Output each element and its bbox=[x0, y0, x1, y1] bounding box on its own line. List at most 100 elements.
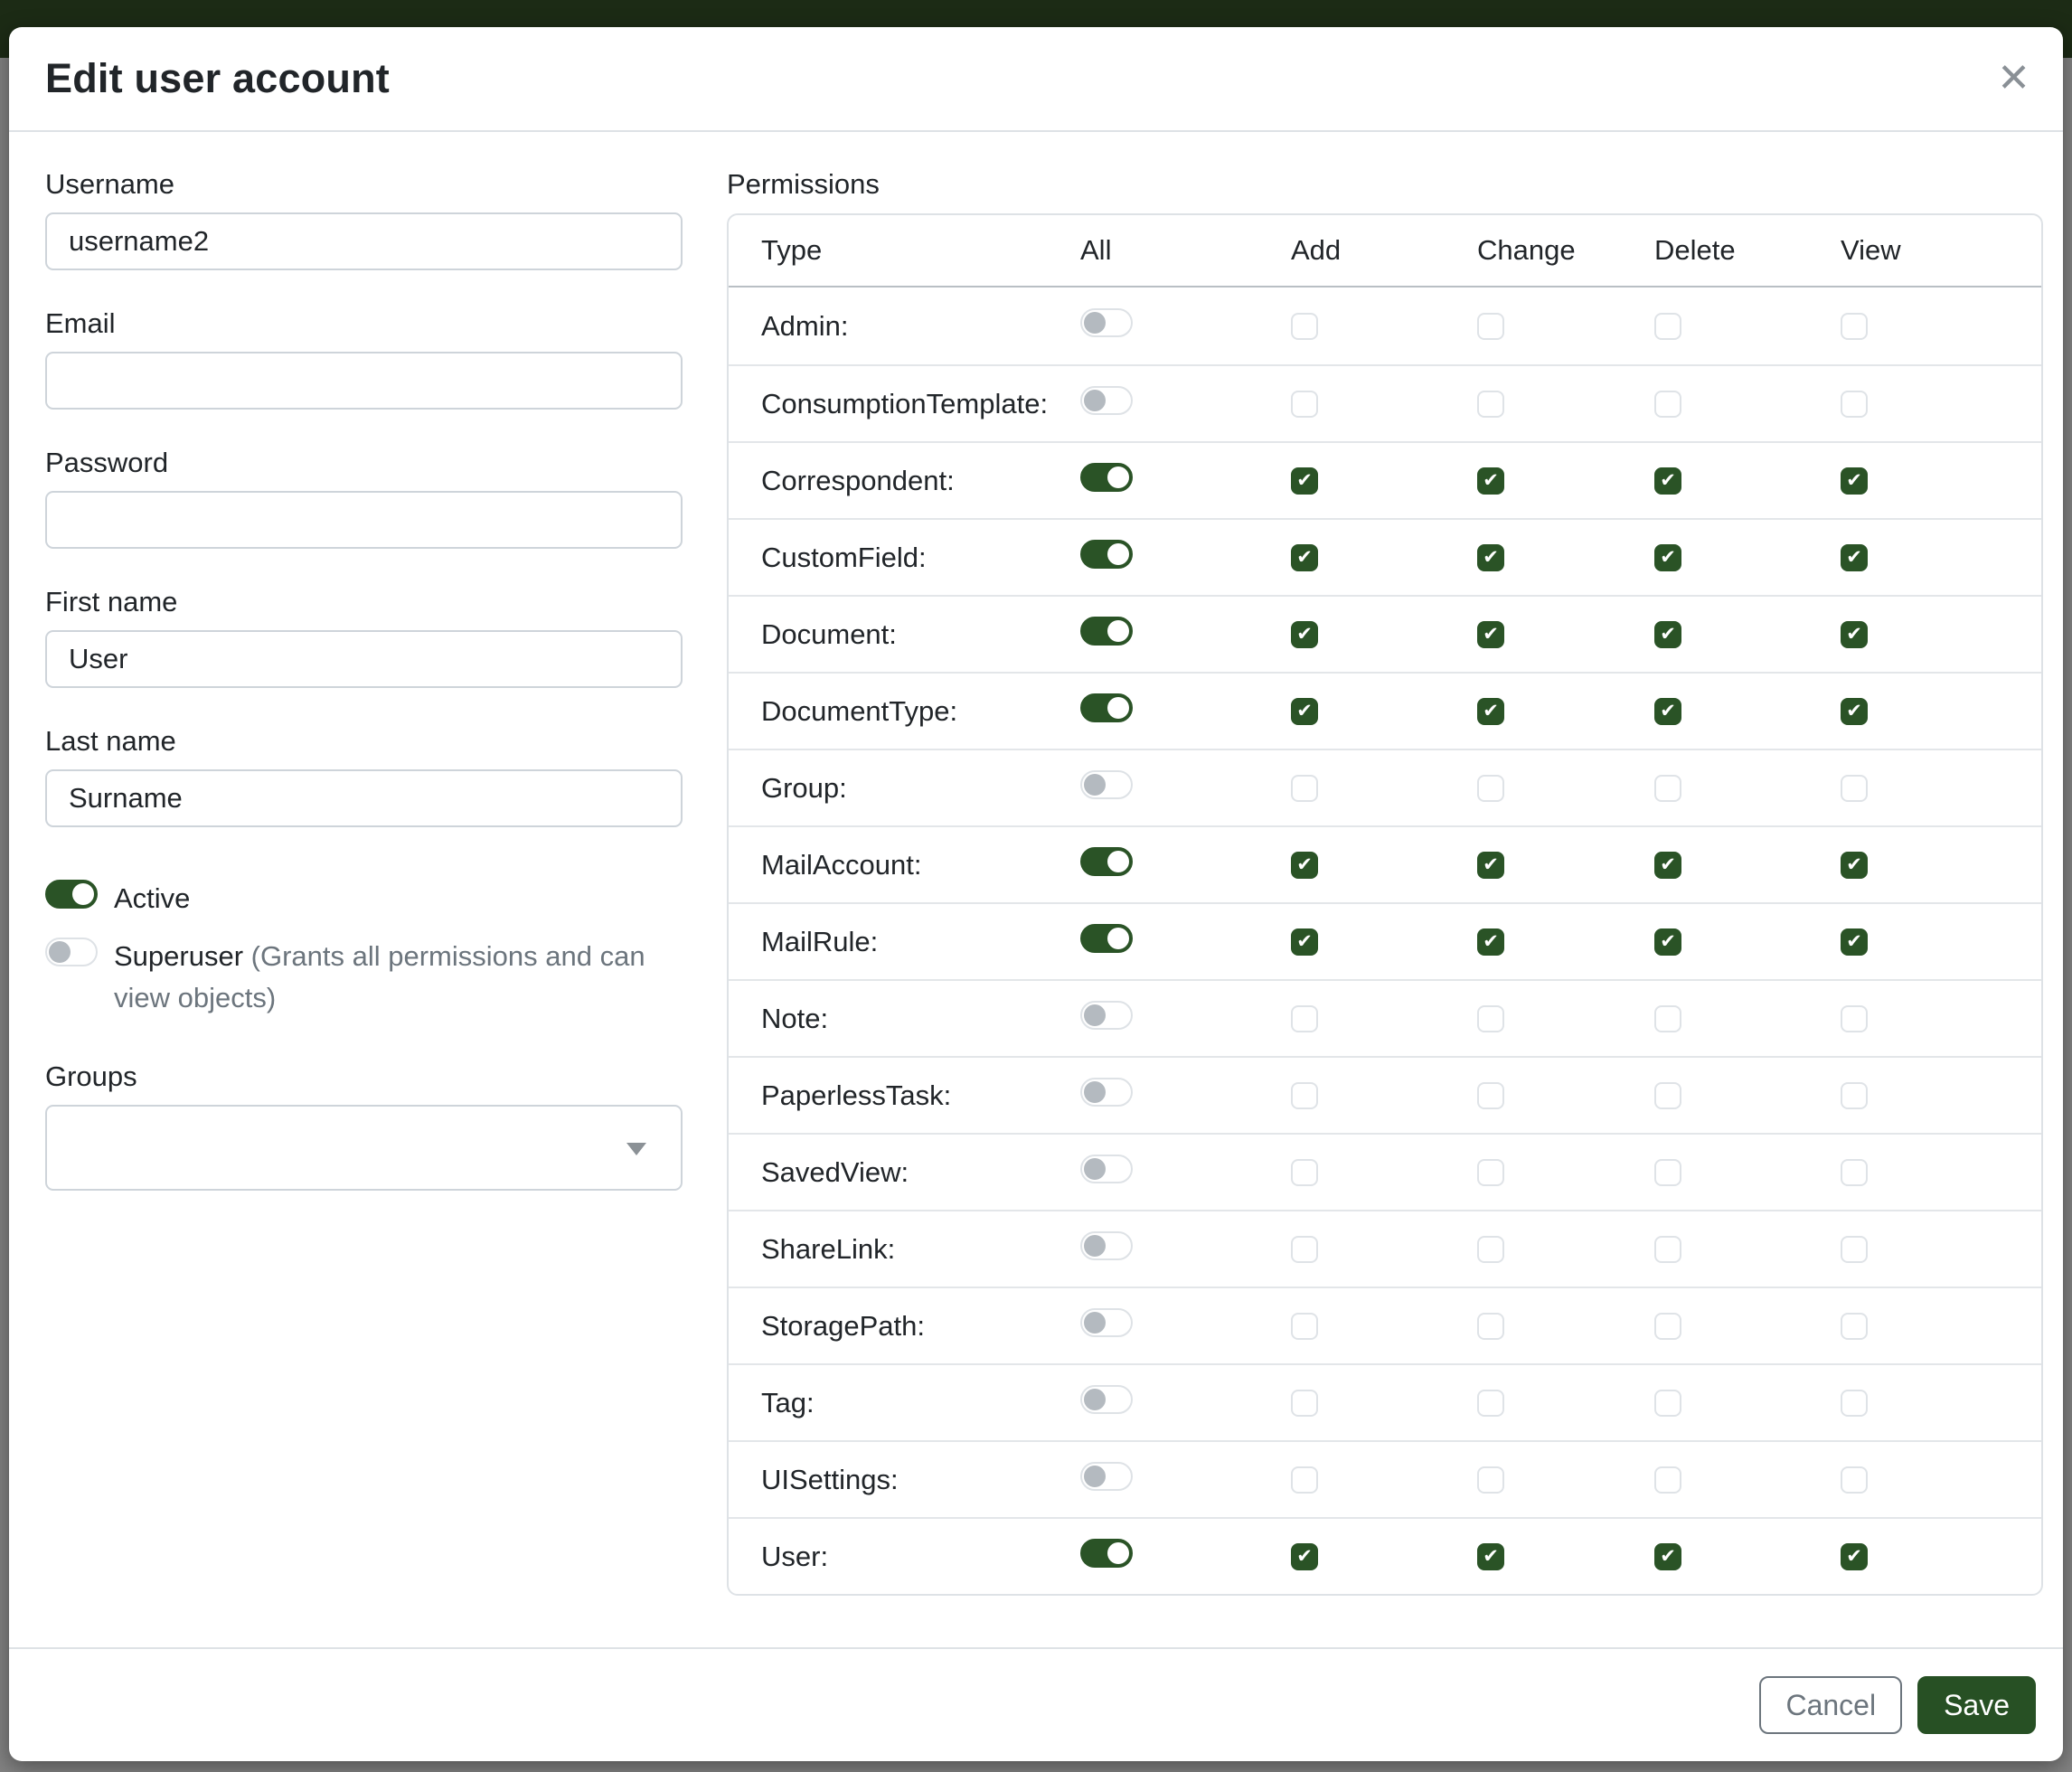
permission-delete-checkbox[interactable]: ✔ bbox=[1654, 621, 1681, 648]
permission-view-checkbox[interactable] bbox=[1841, 1082, 1868, 1109]
permission-delete-checkbox[interactable]: ✔ bbox=[1654, 467, 1681, 495]
save-button[interactable]: Save bbox=[1917, 1676, 2036, 1734]
permission-change-checkbox[interactable]: ✔ bbox=[1477, 467, 1504, 495]
permission-view-checkbox[interactable]: ✔ bbox=[1841, 544, 1868, 571]
permission-delete-checkbox[interactable] bbox=[1654, 1005, 1681, 1032]
permission-add-checkbox[interactable]: ✔ bbox=[1291, 928, 1318, 956]
cancel-button[interactable]: Cancel bbox=[1759, 1676, 1902, 1734]
permission-row: DocumentType: ✔ ✔ ✔ ✔ bbox=[729, 672, 2041, 749]
permission-change-checkbox[interactable] bbox=[1477, 775, 1504, 802]
permission-all-toggle[interactable] bbox=[1080, 1001, 1133, 1030]
permission-change-checkbox[interactable] bbox=[1477, 313, 1504, 340]
permission-delete-checkbox[interactable] bbox=[1654, 1236, 1681, 1263]
permission-change-checkbox[interactable]: ✔ bbox=[1477, 621, 1504, 648]
permission-change-checkbox[interactable]: ✔ bbox=[1477, 928, 1504, 956]
email-field[interactable] bbox=[45, 352, 683, 410]
permission-change-checkbox[interactable] bbox=[1477, 391, 1504, 418]
permission-type-label: Tag: bbox=[729, 1387, 1080, 1419]
permission-all-toggle[interactable] bbox=[1080, 1385, 1133, 1414]
first-name-input[interactable] bbox=[45, 630, 683, 688]
permission-add-checkbox[interactable] bbox=[1291, 1159, 1318, 1186]
permission-all-toggle[interactable] bbox=[1080, 1155, 1133, 1183]
permission-add-checkbox[interactable]: ✔ bbox=[1291, 698, 1318, 725]
permission-all-toggle[interactable] bbox=[1080, 693, 1133, 722]
permission-all-toggle[interactable] bbox=[1080, 308, 1133, 337]
permission-all-toggle[interactable] bbox=[1080, 386, 1133, 415]
permission-delete-checkbox[interactable] bbox=[1654, 1390, 1681, 1417]
permission-view-checkbox[interactable]: ✔ bbox=[1841, 467, 1868, 495]
permission-add-checkbox[interactable] bbox=[1291, 313, 1318, 340]
permission-delete-checkbox[interactable]: ✔ bbox=[1654, 852, 1681, 879]
superuser-label: Superuser bbox=[114, 940, 243, 972]
permission-delete-checkbox[interactable] bbox=[1654, 1082, 1681, 1109]
permission-delete-checkbox[interactable]: ✔ bbox=[1654, 928, 1681, 956]
permission-all-toggle[interactable] bbox=[1080, 540, 1133, 569]
superuser-toggle[interactable] bbox=[45, 938, 98, 966]
permission-delete-checkbox[interactable] bbox=[1654, 313, 1681, 340]
permission-view-checkbox[interactable] bbox=[1841, 1236, 1868, 1263]
permission-add-checkbox[interactable] bbox=[1291, 775, 1318, 802]
permission-delete-checkbox[interactable]: ✔ bbox=[1654, 1543, 1681, 1570]
permission-view-checkbox[interactable]: ✔ bbox=[1841, 852, 1868, 879]
permission-add-checkbox[interactable] bbox=[1291, 1466, 1318, 1494]
permission-all-toggle[interactable] bbox=[1080, 924, 1133, 953]
permission-all-toggle[interactable] bbox=[1080, 1308, 1133, 1337]
permission-add-checkbox[interactable] bbox=[1291, 391, 1318, 418]
permission-change-checkbox[interactable] bbox=[1477, 1082, 1504, 1109]
permission-add-checkbox[interactable]: ✔ bbox=[1291, 852, 1318, 879]
permission-add-checkbox[interactable] bbox=[1291, 1390, 1318, 1417]
permission-add-checkbox[interactable]: ✔ bbox=[1291, 1543, 1318, 1570]
permission-view-checkbox[interactable]: ✔ bbox=[1841, 928, 1868, 956]
permission-all-toggle[interactable] bbox=[1080, 1231, 1133, 1260]
permission-change-checkbox[interactable] bbox=[1477, 1390, 1504, 1417]
permission-delete-checkbox[interactable] bbox=[1654, 391, 1681, 418]
permission-view-checkbox[interactable]: ✔ bbox=[1841, 621, 1868, 648]
permission-all-toggle[interactable] bbox=[1080, 847, 1133, 876]
permission-all-toggle[interactable] bbox=[1080, 463, 1133, 492]
permission-view-checkbox[interactable] bbox=[1841, 391, 1868, 418]
permission-delete-checkbox[interactable] bbox=[1654, 1313, 1681, 1340]
last-name-input[interactable] bbox=[45, 769, 683, 827]
permission-delete-checkbox[interactable]: ✔ bbox=[1654, 698, 1681, 725]
permission-all-toggle[interactable] bbox=[1080, 1539, 1133, 1568]
permission-add-checkbox[interactable]: ✔ bbox=[1291, 467, 1318, 495]
permission-delete-checkbox[interactable] bbox=[1654, 775, 1681, 802]
permission-view-checkbox[interactable] bbox=[1841, 313, 1868, 340]
permission-add-checkbox[interactable] bbox=[1291, 1005, 1318, 1032]
permission-view-checkbox[interactable] bbox=[1841, 1390, 1868, 1417]
permission-view-checkbox[interactable] bbox=[1841, 1466, 1868, 1494]
permission-view-checkbox[interactable] bbox=[1841, 1313, 1868, 1340]
permission-change-checkbox[interactable] bbox=[1477, 1005, 1504, 1032]
permission-add-checkbox[interactable] bbox=[1291, 1082, 1318, 1109]
permission-all-toggle[interactable] bbox=[1080, 1462, 1133, 1491]
permission-view-checkbox[interactable] bbox=[1841, 1159, 1868, 1186]
groups-select[interactable] bbox=[45, 1105, 683, 1191]
permission-row: Group: bbox=[729, 749, 2041, 825]
permission-view-checkbox[interactable] bbox=[1841, 775, 1868, 802]
active-toggle[interactable] bbox=[45, 880, 98, 909]
permission-change-checkbox[interactable]: ✔ bbox=[1477, 1543, 1504, 1570]
permission-delete-checkbox[interactable] bbox=[1654, 1466, 1681, 1494]
permission-change-checkbox[interactable] bbox=[1477, 1466, 1504, 1494]
permission-delete-checkbox[interactable]: ✔ bbox=[1654, 544, 1681, 571]
permission-delete-checkbox[interactable] bbox=[1654, 1159, 1681, 1186]
permission-add-checkbox[interactable] bbox=[1291, 1236, 1318, 1263]
permission-change-checkbox[interactable] bbox=[1477, 1159, 1504, 1186]
permission-all-toggle[interactable] bbox=[1080, 617, 1133, 646]
permission-add-checkbox[interactable] bbox=[1291, 1313, 1318, 1340]
password-field[interactable] bbox=[45, 491, 683, 549]
permission-add-checkbox[interactable]: ✔ bbox=[1291, 544, 1318, 571]
permission-change-checkbox[interactable] bbox=[1477, 1313, 1504, 1340]
close-icon[interactable]: ✕ bbox=[1997, 59, 2030, 99]
permission-view-checkbox[interactable]: ✔ bbox=[1841, 1543, 1868, 1570]
permission-view-checkbox[interactable]: ✔ bbox=[1841, 698, 1868, 725]
permission-change-checkbox[interactable]: ✔ bbox=[1477, 698, 1504, 725]
permission-add-checkbox[interactable]: ✔ bbox=[1291, 621, 1318, 648]
permission-all-toggle[interactable] bbox=[1080, 1078, 1133, 1107]
permission-change-checkbox[interactable] bbox=[1477, 1236, 1504, 1263]
permission-all-toggle[interactable] bbox=[1080, 770, 1133, 799]
permission-view-checkbox[interactable] bbox=[1841, 1005, 1868, 1032]
username-input[interactable] bbox=[45, 212, 683, 270]
permission-change-checkbox[interactable]: ✔ bbox=[1477, 852, 1504, 879]
permission-change-checkbox[interactable]: ✔ bbox=[1477, 544, 1504, 571]
